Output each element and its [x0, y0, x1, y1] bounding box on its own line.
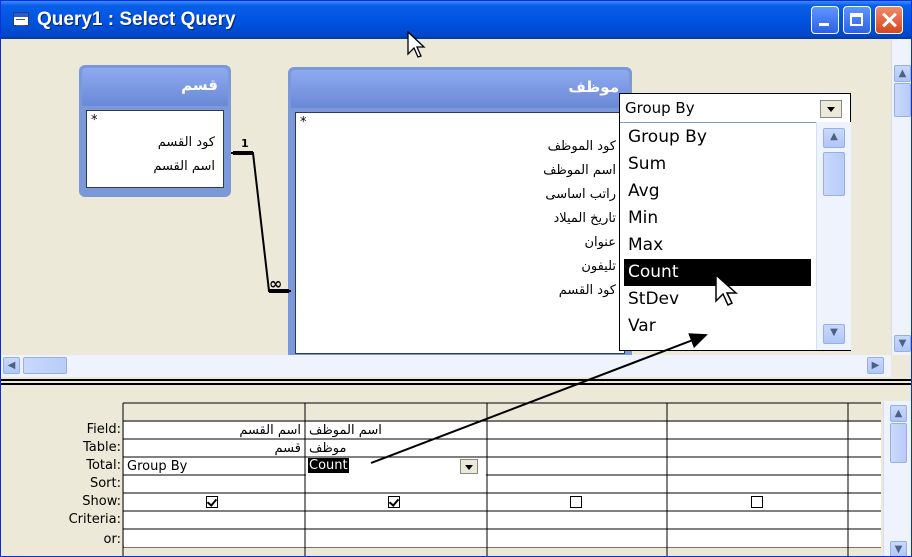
mouse-cursor-icon: [407, 30, 426, 58]
annotation-arrow: [370, 333, 708, 464]
mouse-cursor-icon: [715, 273, 738, 307]
query-window: Query1 : Select Query قسم * كود القسم اس…: [0, 0, 912, 557]
